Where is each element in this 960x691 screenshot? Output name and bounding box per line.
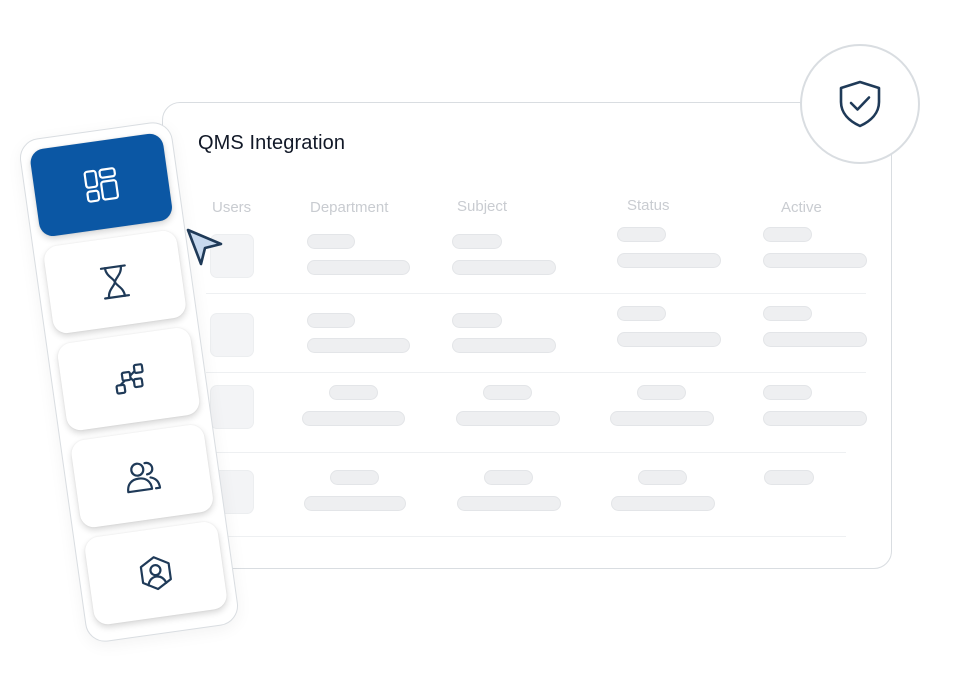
page-title: QMS Integration (198, 132, 346, 154)
placeholder-bar (617, 227, 666, 242)
placeholder-bar (452, 338, 556, 353)
placeholder-bar (307, 313, 355, 328)
sidebar-item-users[interactable] (69, 423, 215, 529)
column-header-status[interactable]: Status (627, 197, 670, 214)
hourglass-icon (99, 264, 131, 300)
placeholder-bar (452, 260, 556, 275)
pointer-arrow-icon (186, 228, 223, 266)
user-avatar-placeholder (210, 313, 254, 357)
workflow-icon (115, 363, 144, 395)
placeholder-bar (763, 253, 867, 268)
placeholder-bar (763, 227, 812, 242)
column-header-active[interactable]: Active (781, 199, 822, 216)
placeholder-bar (452, 234, 502, 249)
placeholder-bar (617, 306, 666, 321)
row-divider (206, 372, 866, 373)
placeholder-bar (610, 411, 714, 426)
column-header-subject[interactable]: Subject (457, 198, 507, 215)
row-divider (206, 536, 846, 537)
sidebar-item-pending[interactable] (42, 229, 188, 335)
placeholder-bar (763, 332, 867, 347)
placeholder-bar (638, 470, 687, 485)
placeholder-bar (637, 385, 686, 400)
sidebar-item-profile[interactable] (83, 520, 229, 627)
placeholder-bar (483, 385, 532, 400)
row-divider (206, 293, 866, 294)
placeholder-bar (484, 470, 533, 485)
shield-check-icon (839, 80, 881, 128)
placeholder-bar (764, 470, 814, 485)
placeholder-bar (307, 234, 355, 249)
placeholder-bar (330, 470, 379, 485)
placeholder-bar (611, 496, 715, 511)
placeholder-bar (456, 411, 560, 426)
user-hexagon-icon (139, 556, 172, 591)
row-divider (206, 452, 846, 453)
column-header-department[interactable]: Department (310, 199, 388, 216)
placeholder-bar (457, 496, 561, 511)
sidebar-item-workflow[interactable] (56, 326, 202, 432)
placeholder-bar (307, 338, 410, 353)
placeholder-bar (452, 313, 502, 328)
users-icon (127, 461, 162, 494)
security-badge (800, 44, 920, 164)
placeholder-bar (763, 411, 867, 426)
sidebar-item-dashboard[interactable] (28, 132, 174, 238)
column-header-users[interactable]: Users (212, 199, 251, 216)
placeholder-bar (329, 385, 378, 400)
placeholder-bar (307, 260, 410, 275)
placeholder-bar (617, 332, 721, 347)
placeholder-bar (304, 496, 406, 511)
user-avatar-placeholder (210, 385, 254, 429)
dashboard-grid-icon (83, 167, 120, 203)
placeholder-bar (302, 411, 405, 426)
placeholder-bar (617, 253, 721, 268)
placeholder-bar (763, 385, 812, 400)
placeholder-bar (763, 306, 812, 321)
